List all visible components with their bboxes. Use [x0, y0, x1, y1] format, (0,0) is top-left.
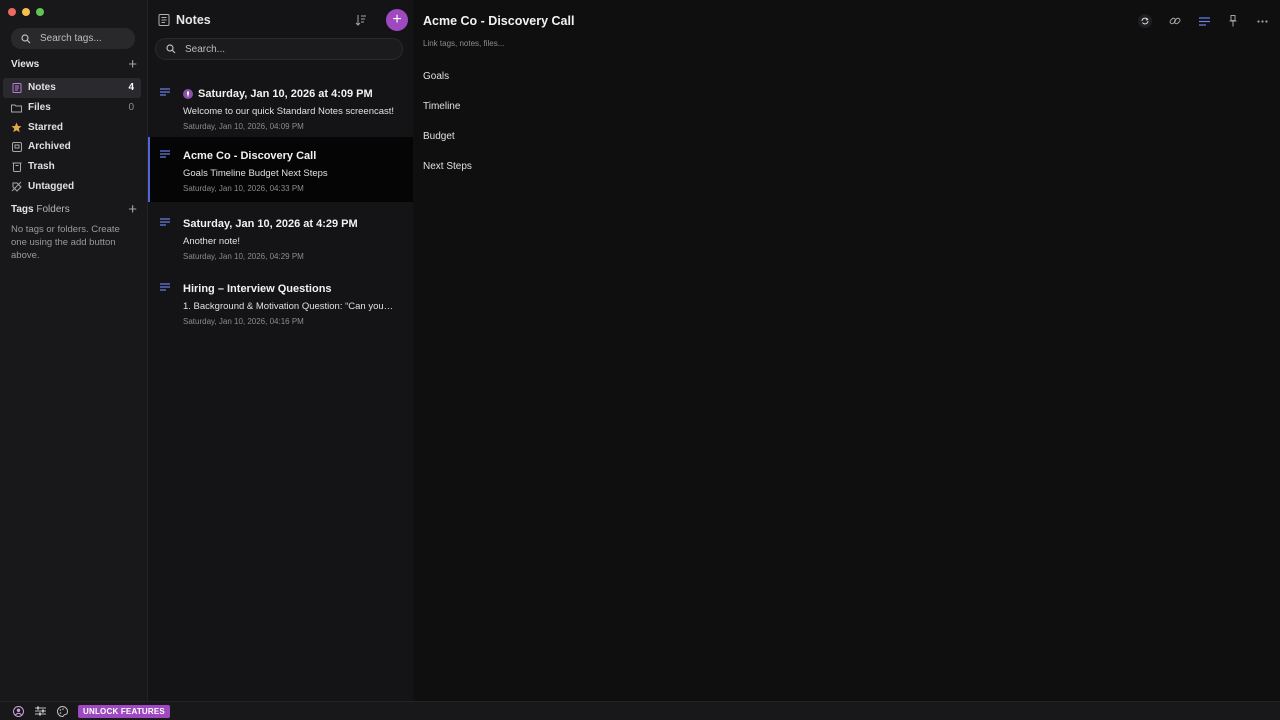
more-options-icon[interactable]	[1256, 15, 1268, 27]
sidebar-item-trash[interactable]: Trash	[3, 157, 141, 177]
sidebar-item-archived[interactable]: Archived	[3, 137, 141, 157]
note-date: Saturday, Jan 10, 2026, 04:09 PM	[183, 122, 304, 131]
theme-palette-icon[interactable]	[56, 705, 68, 717]
search-icon	[21, 33, 31, 43]
zoom-window-button[interactable]	[36, 8, 44, 16]
note-title: Acme Co - Discovery Call	[183, 150, 317, 162]
note-preview: Goals Timeline Budget Next Steps	[183, 168, 328, 179]
sidebar-item-label: Starred	[28, 121, 64, 133]
app-window: Search tags... Views + Notes 4 Files 0 S…	[0, 0, 1280, 720]
views-title: Views	[11, 59, 40, 70]
notes-icon	[158, 14, 170, 26]
note-list-item[interactable]: Saturday, Jan 10, 2026 at 4:29 PM Anothe…	[148, 205, 413, 270]
plain-text-note-icon	[160, 218, 170, 226]
notes-list-header: Notes +	[158, 9, 408, 31]
note-date: Saturday, Jan 10, 2026, 04:16 PM	[183, 317, 304, 326]
link-items-input[interactable]: Link tags, notes, files...	[423, 39, 504, 48]
notes-icon	[11, 82, 22, 93]
plain-text-note-icon	[160, 283, 170, 291]
sidebar-item-files[interactable]: Files 0	[3, 98, 141, 118]
note-title: Saturday, Jan 10, 2026 at 4:29 PM	[183, 218, 358, 230]
pin-icon[interactable]	[1227, 15, 1239, 27]
account-icon[interactable]	[12, 705, 24, 717]
add-tag-button[interactable]: +	[128, 202, 137, 217]
note-title: Saturday, Jan 10, 2026 at 4:09 PM	[183, 88, 373, 100]
close-window-button[interactable]	[8, 8, 16, 16]
bottom-status-bar: UNLOCK FEATURES	[0, 701, 1280, 720]
views-header: Views +	[11, 57, 137, 72]
note-title: Hiring – Interview Questions	[183, 283, 332, 295]
note-preview: Welcome to our quick Standard Notes scre…	[183, 106, 395, 117]
folders-label[interactable]: Folders	[36, 204, 69, 215]
unlock-features-button[interactable]: UNLOCK FEATURES	[78, 704, 170, 718]
note-body-line[interactable]: Timeline	[423, 101, 460, 112]
sidebar-item-label: Untagged	[28, 180, 75, 192]
note-list-item-selected[interactable]: Acme Co - Discovery Call Goals Timeline …	[148, 137, 413, 202]
sidebar-item-label: Files	[28, 102, 51, 114]
note-list-item[interactable]: Saturday, Jan 10, 2026 at 4:09 PM Welcom…	[148, 75, 413, 140]
note-preview: 1. Background & Motivation Question: “Ca…	[183, 301, 394, 312]
archive-icon	[11, 141, 22, 152]
tags-title: Tags Folders	[11, 204, 70, 215]
add-view-button[interactable]: +	[128, 57, 137, 72]
sidebar-item-label: Trash	[28, 161, 55, 173]
preferences-icon[interactable]	[34, 705, 46, 717]
sort-icon[interactable]	[355, 14, 367, 26]
note-list-item[interactable]: Hiring – Interview Questions 1. Backgrou…	[148, 270, 413, 335]
sync-icon[interactable]	[1138, 14, 1152, 28]
editor-toolbar	[1138, 14, 1268, 28]
sidebar-item-count: 0	[128, 102, 134, 114]
empty-tags-message: No tags or folders. Create one using the…	[11, 224, 120, 262]
folder-icon	[11, 102, 22, 113]
note-body-line[interactable]: Next Steps	[423, 161, 472, 172]
pinned-icon	[183, 89, 193, 99]
note-preview: Another note!	[183, 236, 241, 247]
tag-search-input[interactable]: Search tags...	[11, 28, 135, 49]
untagged-icon	[11, 181, 22, 192]
sidebar-item-label: Notes	[28, 82, 56, 94]
sidebar-item-starred[interactable]: Starred	[3, 117, 141, 137]
views-nav: Notes 4 Files 0 Starred Archived Trash U…	[3, 78, 141, 196]
trash-icon	[11, 161, 22, 173]
tags-label[interactable]: Tags	[11, 204, 34, 215]
sidebar: Search tags... Views + Notes 4 Files 0 S…	[0, 0, 148, 701]
sidebar-item-untagged[interactable]: Untagged	[3, 176, 141, 196]
tags-header: Tags Folders +	[11, 202, 137, 217]
notes-search-placeholder: Search...	[185, 43, 226, 55]
link-icon[interactable]	[1169, 15, 1181, 27]
sidebar-item-count: 4	[128, 82, 134, 94]
note-editor: Acme Co - Discovery Call Link tags, note…	[413, 0, 1280, 701]
sidebar-item-label: Archived	[28, 141, 71, 153]
notes-list-title: Notes	[176, 13, 211, 27]
note-title-text: Saturday, Jan 10, 2026 at 4:09 PM	[198, 88, 373, 100]
tag-search-placeholder: Search tags...	[40, 33, 102, 44]
note-body-line[interactable]: Budget	[423, 131, 455, 142]
notes-list-pane: Notes + Search... Saturday, Jan 10, 2026…	[148, 0, 413, 701]
minimize-window-button[interactable]	[22, 8, 30, 16]
change-editor-icon[interactable]	[1198, 15, 1210, 27]
star-icon	[11, 122, 22, 133]
notes-search-input[interactable]: Search...	[155, 38, 403, 60]
note-title-input[interactable]: Acme Co - Discovery Call	[423, 14, 574, 28]
plain-text-note-icon	[160, 88, 170, 96]
note-date: Saturday, Jan 10, 2026, 04:33 PM	[183, 184, 304, 193]
sidebar-item-notes[interactable]: Notes 4	[3, 78, 141, 98]
search-icon	[166, 44, 176, 54]
window-controls	[8, 8, 44, 16]
note-date: Saturday, Jan 10, 2026, 04:29 PM	[183, 252, 304, 261]
add-note-button[interactable]: +	[386, 9, 408, 31]
plain-text-note-icon	[160, 150, 170, 158]
plus-icon: +	[392, 11, 402, 28]
note-body-line[interactable]: Goals	[423, 71, 449, 82]
